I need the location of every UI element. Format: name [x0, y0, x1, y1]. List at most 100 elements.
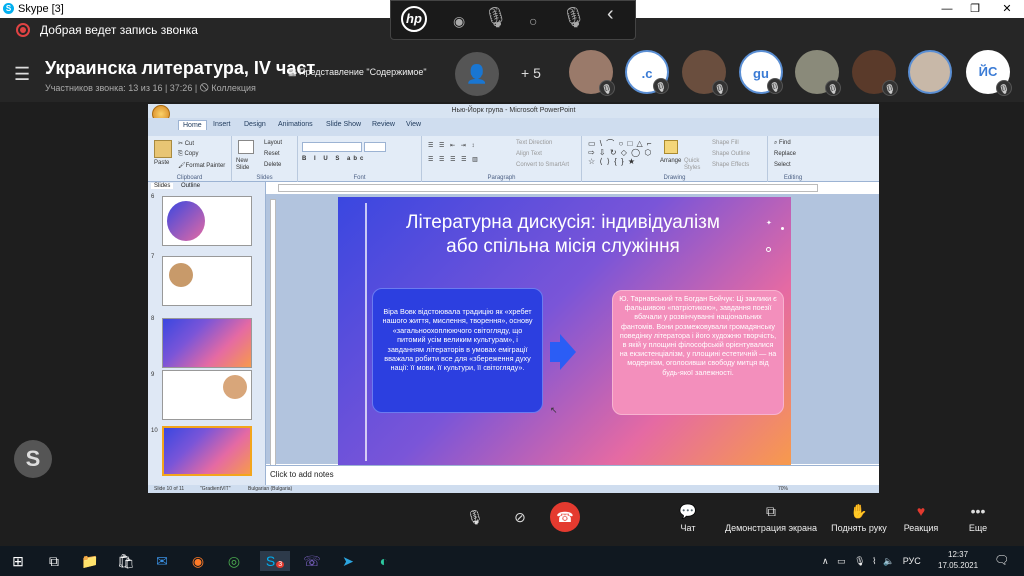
system-clock[interactable]: 12:37 17.05.2021	[938, 549, 978, 571]
chrome-icon[interactable]: ◎	[224, 551, 244, 571]
drawing-group-label: Drawing	[663, 175, 686, 181]
tab-view[interactable]: View	[406, 121, 421, 128]
select-button[interactable]: Select	[774, 162, 791, 168]
delete-button[interactable]: Delete	[264, 162, 281, 168]
list-buttons[interactable]: ☰ ☰ ⇤ ⇥ ↕	[428, 142, 476, 149]
participant-avatar[interactable]: ЙС 🎙	[966, 50, 1012, 96]
skype-side-icon[interactable]: S	[14, 440, 52, 478]
skype-taskbar-icon[interactable]: S3	[260, 551, 290, 571]
shape-outline-button[interactable]: Shape Outline	[712, 151, 750, 157]
add-participant-button[interactable]: 👤	[455, 52, 499, 96]
participant-avatar[interactable]: 🎙	[682, 50, 728, 96]
telegram-icon[interactable]: ➤	[338, 551, 358, 571]
mute-microphone-button[interactable]: 🎙	[460, 502, 490, 532]
copy-button[interactable]: ⎘ Copy	[178, 151, 198, 158]
store-icon[interactable]: 🛍	[116, 551, 136, 571]
arrange-button[interactable]: Arrange	[660, 158, 681, 164]
tab-review[interactable]: Review	[372, 121, 395, 128]
new-slide-button[interactable]: New Slide	[236, 158, 260, 172]
language: Bulgarian (Bulgaria)	[248, 486, 293, 492]
mic-wave-icon[interactable]: 🎙	[561, 5, 586, 30]
chevron-left-icon[interactable]: ‹	[607, 3, 614, 26]
zoom-level[interactable]: 70%	[778, 486, 788, 492]
edge-icon[interactable]: ◐	[374, 551, 394, 571]
mail-icon[interactable]: ✉	[152, 551, 172, 571]
tab-slide-show[interactable]: Slide Show	[326, 121, 361, 128]
shape-fill-button[interactable]: Shape Fill	[712, 140, 739, 146]
editing-group: ⌕ Find Replace Select Editing	[768, 136, 818, 182]
find-button[interactable]: ⌕ Find	[774, 140, 791, 147]
file-explorer-icon[interactable]: 📁	[80, 551, 100, 571]
new-slide-icon[interactable]	[238, 140, 254, 154]
microphone-icon[interactable]: 🎙	[483, 5, 508, 30]
layout-button[interactable]: Layout	[264, 140, 282, 146]
paste-button[interactable]: Paste	[154, 160, 169, 166]
more-button[interactable]: ••• Еще	[923, 503, 1024, 533]
slide-title[interactable]: Літературна дискусія: індивідуалізм або …	[363, 211, 763, 259]
shapes-gallery[interactable]: ▭ \ ⌒ ○ □ △ ⌐ ⇨ ⇩ ↻ ◇ ◯ ⬡ ☆ ⟨ ⟩ { } ★	[588, 139, 658, 166]
quick-styles-button[interactable]: Quick Styles	[684, 158, 706, 172]
notifications-icon[interactable]: 🗨	[994, 553, 1009, 567]
tab-animations[interactable]: Animations	[278, 121, 313, 128]
shape-effects-button[interactable]: Shape Effects	[712, 162, 749, 168]
participant-avatar[interactable]	[908, 50, 952, 94]
text-direction-button[interactable]: Text Direction	[516, 140, 552, 146]
maximize-button[interactable]: ❐	[960, 0, 990, 18]
circle-icon[interactable]: ○	[529, 13, 537, 29]
convert-smartart-button[interactable]: Convert to SmartArt	[516, 162, 569, 168]
align-buttons[interactable]: ☰ ☰ ☰ ☰ ▥	[428, 156, 480, 163]
participant-avatar[interactable]: .c 🎙	[625, 50, 669, 94]
current-slide[interactable]: Літературна дискусія: індивідуалізм або …	[338, 197, 791, 465]
minimize-button[interactable]: —	[932, 0, 962, 18]
volume-icon[interactable]: 🔈	[883, 556, 894, 566]
windows-start-icon[interactable]: ⊞	[8, 551, 28, 571]
participant-avatar[interactable]: 🎙	[852, 50, 898, 96]
tab-design[interactable]: Design	[244, 121, 266, 128]
arrange-icon[interactable]	[664, 140, 678, 154]
menu-icon[interactable]: ☰	[14, 64, 30, 85]
right-text-box[interactable]: Ю. Тарнавський та Богдан Бойчук: Ці закл…	[612, 290, 784, 415]
cut-button[interactable]: ✂ Cut	[178, 140, 194, 147]
ribbon-tabs: Home Insert Design Animations Slide Show…	[148, 118, 879, 136]
reset-button[interactable]: Reset	[264, 151, 280, 157]
participant-avatar[interactable]: 🎙	[795, 50, 841, 96]
left-text-box[interactable]: Віра Вовк відстоювала традицію як «хребе…	[372, 288, 543, 413]
font-name-select[interactable]	[302, 142, 362, 152]
tab-outline[interactable]: Outline	[181, 183, 200, 189]
hp-webcam-toolbar: hp ◉ 🎙 ○ 🎙 ‹	[390, 0, 636, 40]
network-icon[interactable]: ⌇	[872, 556, 876, 566]
format-painter-button[interactable]: 🖌Format Painter	[178, 162, 225, 169]
replace-button[interactable]: Replace	[774, 151, 796, 157]
notes-pane[interactable]: Click to add notes	[266, 465, 879, 486]
language-indicator[interactable]: РУС	[903, 556, 921, 566]
participant-avatar[interactable]: gu 🎙	[739, 50, 783, 94]
font-size-select[interactable]	[364, 142, 386, 152]
close-button[interactable]: ✕	[992, 0, 1022, 18]
extra-participants-count[interactable]: + 5	[521, 65, 541, 81]
toggle-video-button[interactable]: ⊘	[505, 502, 535, 532]
align-text-button[interactable]: Align Text	[516, 151, 542, 157]
end-call-button[interactable]: ☎	[550, 502, 580, 532]
battery-icon[interactable]: ▭	[837, 556, 846, 566]
paste-icon[interactable]	[154, 140, 172, 158]
mic-muted-icon: 🎙	[599, 80, 615, 96]
slide-thumbnail-selected[interactable]	[162, 426, 252, 476]
record-icon[interactable]: ◉	[453, 13, 465, 30]
microphone-tray-icon[interactable]: 🎙	[854, 556, 865, 566]
tab-slides[interactable]: Slides	[151, 183, 174, 189]
task-view-icon[interactable]: ⧉	[44, 551, 64, 571]
slide-thumbnail[interactable]	[162, 196, 252, 246]
slide-thumbnail[interactable]	[162, 256, 252, 306]
tab-insert[interactable]: Insert	[213, 121, 231, 128]
slide-thumbnail[interactable]	[162, 370, 252, 420]
viber-icon[interactable]: ☏	[302, 551, 322, 571]
chevron-up-icon[interactable]: ∧	[822, 556, 829, 566]
participant-avatar[interactable]: 🎙	[569, 50, 615, 96]
avatar-initials: ЙС	[978, 64, 998, 79]
slide-number: 10	[151, 428, 158, 434]
slide-thumbnail[interactable]	[162, 318, 252, 368]
tab-home[interactable]: Home	[178, 120, 207, 130]
font-format-buttons[interactable]: B I U S abc	[302, 156, 366, 162]
presentation-mode-dropdown[interactable]: ▦ Представление "Содержимое"	[288, 67, 427, 78]
firefox-icon[interactable]: ◉	[188, 551, 208, 571]
